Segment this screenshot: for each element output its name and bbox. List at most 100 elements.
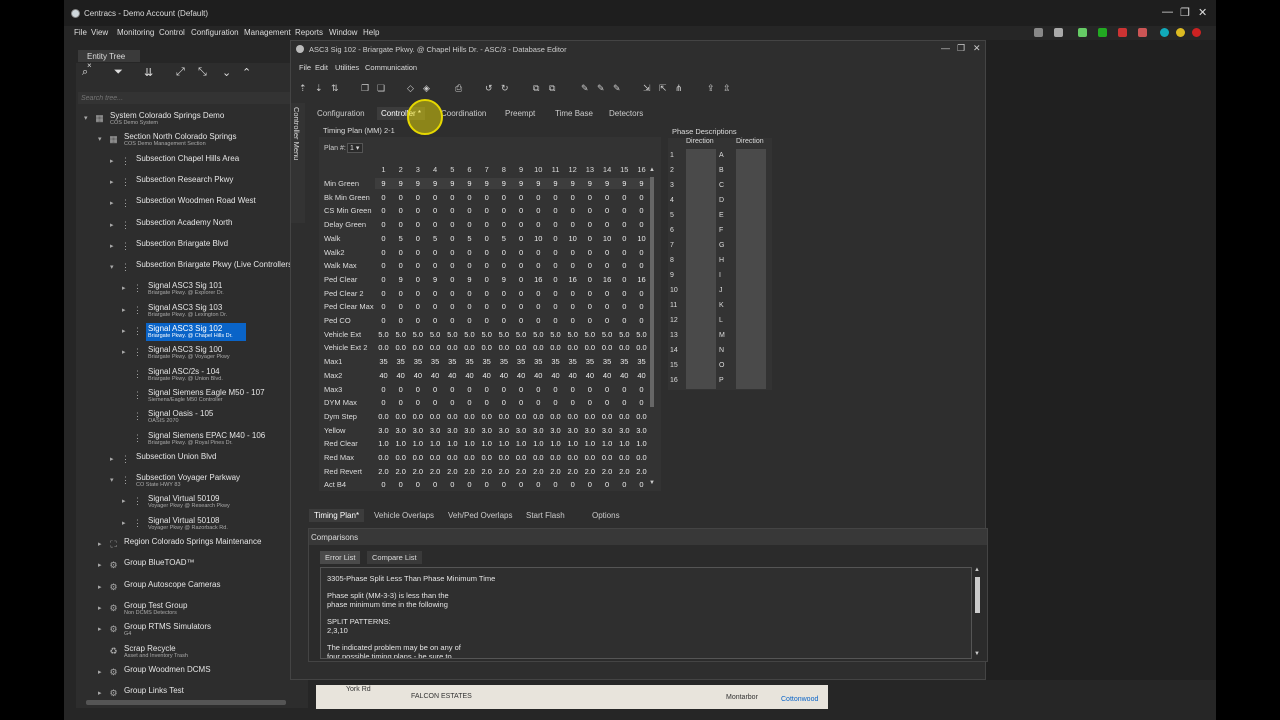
timing-cell[interactable]: 5.0 — [581, 330, 598, 339]
tab-detectors[interactable]: Detectors — [605, 107, 647, 120]
timing-cell[interactable]: 0 — [392, 398, 409, 407]
phase-letter[interactable]: I — [719, 272, 721, 279]
timing-cell[interactable]: 0 — [427, 289, 444, 298]
timing-cell[interactable]: 0 — [427, 398, 444, 407]
timing-cell[interactable]: 1.0 — [547, 439, 564, 448]
timing-cell[interactable]: 0 — [599, 302, 616, 311]
tab-veh-ped-overlaps[interactable]: Veh/Ped Overlaps — [443, 509, 517, 522]
timing-cell[interactable]: 0 — [616, 302, 633, 311]
timing-cell[interactable]: 0 — [564, 480, 581, 489]
timing-cell[interactable]: 1.0 — [564, 439, 581, 448]
timing-cell[interactable]: 0 — [409, 220, 426, 229]
timing-cell[interactable]: 1.0 — [427, 439, 444, 448]
timing-cell[interactable]: 0 — [616, 234, 633, 243]
timing-cell[interactable]: 5.0 — [513, 330, 530, 339]
timing-cell[interactable]: 0 — [461, 248, 478, 257]
timing-cell[interactable]: 1.0 — [392, 439, 409, 448]
timing-cell[interactable]: 0.0 — [564, 453, 581, 462]
timing-cell[interactable]: 0 — [513, 289, 530, 298]
timing-cell[interactable]: 0.0 — [392, 453, 409, 462]
timing-cell[interactable]: 40 — [461, 371, 478, 380]
timing-cell[interactable]: 0 — [581, 385, 598, 394]
timing-cell[interactable]: 35 — [547, 357, 564, 366]
timing-cell[interactable]: 35 — [599, 357, 616, 366]
timing-cell[interactable]: 0 — [495, 316, 512, 325]
chevron-right-icon[interactable]: ▸ — [98, 540, 102, 548]
phase-letter[interactable]: H — [719, 257, 724, 264]
controller-menu-sidebar[interactable]: Controller Menu — [291, 103, 305, 223]
timing-cell[interactable]: 35 — [461, 357, 478, 366]
chevron-right-icon[interactable]: ▸ — [122, 284, 126, 292]
timing-cell[interactable]: 0 — [530, 220, 547, 229]
timing-cell[interactable]: 9 — [495, 179, 512, 188]
timing-cell[interactable]: 1.0 — [530, 439, 547, 448]
timing-cell[interactable]: 2.0 — [427, 467, 444, 476]
chevron-right-icon[interactable]: ▸ — [122, 327, 126, 335]
timing-cell[interactable]: 0 — [616, 289, 633, 298]
timing-cell[interactable]: 0 — [599, 398, 616, 407]
timing-cell[interactable]: 35 — [633, 357, 650, 366]
tab-configuration[interactable]: Configuration — [313, 107, 369, 120]
timing-cell[interactable]: 0.0 — [530, 343, 547, 352]
status-red-icon[interactable] — [1192, 28, 1201, 37]
timing-cell[interactable]: 1.0 — [633, 439, 650, 448]
timing-cell[interactable]: 2.0 — [409, 467, 426, 476]
chevron-right-icon[interactable]: ▸ — [110, 242, 114, 250]
database-icon[interactable] — [1098, 28, 1107, 37]
chevron-down-icon[interactable]: ▾ — [98, 135, 102, 143]
timing-cell[interactable]: 9 — [461, 275, 478, 284]
tab-vehicle-overlaps[interactable]: Vehicle Overlaps — [369, 509, 439, 522]
restore-icon[interactable]: ❐ — [957, 43, 965, 54]
timing-cell[interactable]: 0.0 — [375, 412, 392, 421]
chevron-right-icon[interactable]: ▸ — [98, 689, 102, 697]
tab-timing-plan[interactable]: Timing Plan* — [309, 509, 365, 522]
timing-cell[interactable]: 0 — [564, 206, 581, 215]
timing-cell[interactable]: 0 — [409, 193, 426, 202]
timing-cell[interactable]: 0 — [495, 248, 512, 257]
timing-cell[interactable]: 0 — [427, 316, 444, 325]
timing-cell[interactable]: 2.0 — [392, 467, 409, 476]
phase-letter[interactable]: M — [719, 332, 725, 339]
timing-cell[interactable]: 9 — [581, 179, 598, 188]
timing-cell[interactable]: 0 — [444, 302, 461, 311]
timing-cell[interactable]: 3.0 — [375, 426, 392, 435]
chat-icon[interactable] — [1054, 28, 1063, 37]
chevron-right-icon[interactable]: ▸ — [98, 625, 102, 633]
timing-cell[interactable]: 0 — [633, 193, 650, 202]
timing-cell[interactable]: 2.0 — [599, 467, 616, 476]
timing-cell[interactable]: 5.0 — [409, 330, 426, 339]
timing-cell[interactable]: 40 — [495, 371, 512, 380]
send-icon[interactable]: ⇪ — [707, 83, 715, 94]
timing-cell[interactable]: 0 — [444, 398, 461, 407]
timing-cell[interactable]: 0.0 — [427, 412, 444, 421]
timing-cell[interactable]: 0 — [409, 398, 426, 407]
timing-cell[interactable]: 0 — [616, 248, 633, 257]
timing-cell[interactable]: 0 — [530, 193, 547, 202]
timing-cell[interactable]: 0 — [478, 480, 495, 489]
timing-cell[interactable]: 0 — [409, 248, 426, 257]
timing-cell[interactable]: 0 — [547, 275, 564, 284]
timing-cell[interactable]: 0 — [495, 480, 512, 489]
timing-cell[interactable]: 35 — [495, 357, 512, 366]
timing-cell[interactable]: 5.0 — [478, 330, 495, 339]
timing-cell[interactable]: 0 — [478, 289, 495, 298]
close-icon[interactable]: ✕ — [1198, 6, 1207, 19]
compare-icon[interactable]: ⧉ — [533, 83, 539, 94]
timing-cell[interactable]: 0 — [547, 206, 564, 215]
error-list-scrollbar[interactable]: ▲ ▼ — [973, 567, 983, 659]
status-teal-icon[interactable] — [1160, 28, 1169, 37]
timing-cell[interactable]: 5 — [392, 234, 409, 243]
timing-cell[interactable]: 9 — [375, 179, 392, 188]
timing-cell[interactable]: 0 — [581, 206, 598, 215]
timing-cell[interactable]: 0 — [495, 206, 512, 215]
timing-cell[interactable]: 0 — [375, 193, 392, 202]
timing-cell[interactable]: 0 — [392, 248, 409, 257]
timing-cell[interactable]: 0 — [513, 220, 530, 229]
timing-cell[interactable]: 35 — [375, 357, 392, 366]
timing-cell[interactable]: 0 — [513, 275, 530, 284]
battery-icon[interactable] — [1138, 28, 1147, 37]
phase-letter[interactable]: B — [719, 167, 724, 174]
phase-letter[interactable]: G — [719, 242, 724, 249]
timing-cell[interactable]: 5.0 — [530, 330, 547, 339]
timing-cell[interactable]: 0 — [375, 316, 392, 325]
